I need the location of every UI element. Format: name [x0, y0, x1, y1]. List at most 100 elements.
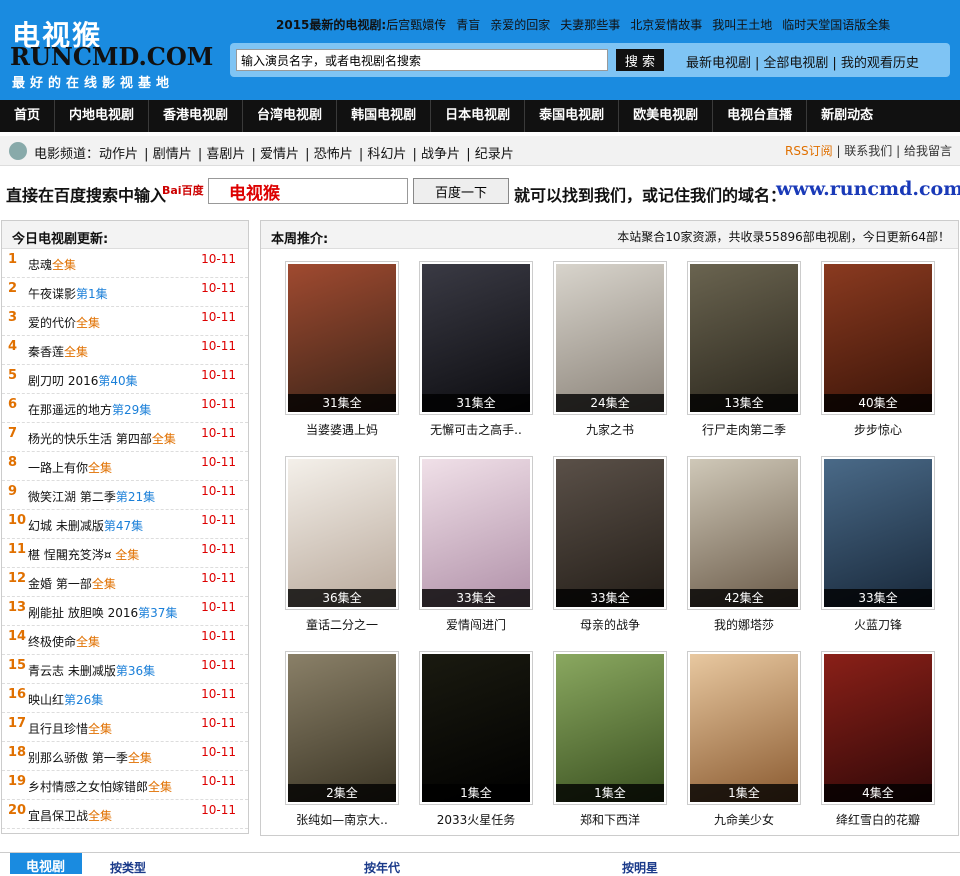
update-item[interactable]: 6 在那遥远的地方第29集 10-11: [2, 394, 248, 423]
movie-title[interactable]: 张纯如—南京大..: [285, 811, 399, 828]
update-item[interactable]: 12 金婚 第一部全集 10-11: [2, 568, 248, 597]
hot-drama-link[interactable]: 亲爱的回家: [490, 18, 550, 32]
movie-card[interactable]: 1集全 郑和下西洋: [553, 651, 669, 831]
movie-card[interactable]: 33集全火蓝刀锋: [821, 456, 937, 636]
movie-title[interactable]: 2033火星任务: [419, 811, 533, 828]
movie-poster[interactable]: 33集全: [553, 456, 667, 610]
update-item[interactable]: 4 秦香莲全集 10-11: [2, 336, 248, 365]
tab-by-type[interactable]: 按类型: [110, 859, 146, 876]
movie-poster[interactable]: 31集全: [419, 261, 533, 415]
movie-poster[interactable]: 33集全: [419, 456, 533, 610]
movie-title[interactable]: 步步惊心: [821, 421, 935, 438]
update-title[interactable]: 微笑江湖 第二季第21集: [28, 488, 155, 505]
nav-korea[interactable]: 韩国电视剧: [337, 100, 432, 132]
update-item[interactable]: 18 别那么骄傲 第一季全集 10-11: [2, 742, 248, 771]
nav-thailand[interactable]: 泰国电视剧: [525, 100, 620, 132]
movie-title[interactable]: 九家之书: [553, 421, 667, 438]
movie-card[interactable]: 1集全 九命美少女: [687, 651, 803, 831]
movie-title[interactable]: 九命美少女: [687, 811, 801, 828]
update-item[interactable]: 16 映山红第26集 10-11: [2, 684, 248, 713]
update-item[interactable]: 1 忠魂全集 10-11: [2, 249, 248, 278]
movie-poster[interactable]: 36集全: [285, 456, 399, 610]
movie-poster[interactable]: 40集全: [821, 261, 935, 415]
movie-card[interactable]: 40集全步步惊心: [821, 261, 937, 441]
movie-card[interactable]: 24集全 九家之书: [553, 261, 669, 441]
movie-card[interactable]: 2集全张纯如—南京大..: [285, 651, 401, 831]
film-genre-link[interactable]: 纪录片: [475, 147, 514, 162]
film-genre-link[interactable]: 动作片: [99, 147, 138, 162]
update-item[interactable]: 10 幻城 未删减版第47集 10-11: [2, 510, 248, 539]
movie-poster[interactable]: 31集全: [285, 261, 399, 415]
movie-title[interactable]: 童话二分之一: [285, 616, 399, 633]
rss-link[interactable]: RSS订阅: [785, 144, 833, 158]
update-item[interactable]: 17 且行且珍惜全集 10-11: [2, 713, 248, 742]
watch-history-link[interactable]: 我的观看历史: [841, 56, 919, 71]
movie-card[interactable]: 33集全母亲的战争: [553, 456, 669, 636]
movie-card[interactable]: 33集全爱情闯进门: [419, 456, 535, 636]
movie-poster[interactable]: 1集全: [419, 651, 533, 805]
update-title[interactable]: 忠魂全集: [28, 256, 76, 273]
movie-poster[interactable]: 42集全: [687, 456, 801, 610]
baidu-search-input[interactable]: [208, 178, 408, 204]
update-item[interactable]: 19 乡村情感之女怕嫁错郎全集 10-11: [2, 771, 248, 800]
movie-title[interactable]: 火蓝刀锋: [821, 616, 935, 633]
movie-poster[interactable]: 1集全: [553, 651, 667, 805]
update-item[interactable]: 20 宜昌保卫战全集 10-11: [2, 800, 248, 829]
movie-card[interactable]: 31集全无懈可击之高手..: [419, 261, 535, 441]
baidu-search-button[interactable]: 百度一下: [413, 178, 509, 204]
update-title[interactable]: 秦香莲全集: [28, 343, 88, 360]
update-item[interactable]: 15 青云志 未删减版第36集 10-11: [2, 655, 248, 684]
update-title[interactable]: 终极使命全集: [28, 633, 100, 650]
film-genre-link[interactable]: 喜剧片: [206, 147, 245, 162]
tab-by-star[interactable]: 按明星: [622, 859, 658, 876]
movie-title[interactable]: 无懈可击之高手..: [419, 421, 533, 438]
nav-live-tv[interactable]: 电视台直播: [713, 100, 808, 132]
movie-card[interactable]: 42集全我的娜塔莎: [687, 456, 803, 636]
movie-title[interactable]: 绛红雪白的花瓣: [821, 811, 935, 828]
movie-title[interactable]: 我的娜塔莎: [687, 616, 801, 633]
nav-mainland[interactable]: 内地电视剧: [55, 100, 150, 132]
contact-link[interactable]: 联系我们: [844, 144, 892, 158]
movie-poster[interactable]: 33集全: [821, 456, 935, 610]
update-title[interactable]: 一路上有你全集: [28, 459, 112, 476]
search-button[interactable]: 搜 索: [616, 49, 664, 71]
hot-drama-link[interactable]: 北京爱情故事: [630, 18, 702, 32]
update-item[interactable]: 9 微笑江湖 第二季第21集 10-11: [2, 481, 248, 510]
nav-western[interactable]: 欧美电视剧: [619, 100, 714, 132]
movie-card[interactable]: 4集全绛红雪白的花瓣: [821, 651, 937, 831]
hot-drama-link[interactable]: 临时天堂国语版全集: [782, 18, 890, 32]
update-title[interactable]: 午夜谍影第1集: [28, 285, 108, 302]
movie-card[interactable]: 1集全 2033火星任务: [419, 651, 535, 831]
update-item[interactable]: 13 剐能扯 放胆唤 2016第37集 10-11: [2, 597, 248, 626]
nav-home[interactable]: 首页: [0, 100, 56, 132]
nav-news[interactable]: 新剧动态: [807, 100, 887, 132]
movie-poster[interactable]: 2集全: [285, 651, 399, 805]
movie-card[interactable]: 13集全 行尸走肉第二季: [687, 261, 803, 441]
update-title[interactable]: 剧刀叨 2016第40集: [28, 372, 138, 389]
movie-poster[interactable]: 13集全: [687, 261, 801, 415]
update-title[interactable]: 金婚 第一部全集: [28, 575, 116, 592]
film-genre-link[interactable]: 剧情片: [153, 147, 192, 162]
all-dramas-link[interactable]: 全部电视剧: [763, 56, 828, 71]
movie-title[interactable]: 爱情闯进门: [419, 616, 533, 633]
update-title[interactable]: 爱的代价全集: [28, 314, 100, 331]
nav-japan[interactable]: 日本电视剧: [431, 100, 526, 132]
movie-poster[interactable]: 4集全: [821, 651, 935, 805]
movie-title[interactable]: 母亲的战争: [553, 616, 667, 633]
update-title[interactable]: 且行且珍惜全集: [28, 720, 112, 737]
update-item[interactable]: 7 杨光的快乐生活 第四部全集 10-11: [2, 423, 248, 452]
update-item[interactable]: 11 椹 悜闀充笅涔¤ 全集 10-11: [2, 539, 248, 568]
update-title[interactable]: 宜昌保卫战全集: [28, 807, 112, 824]
hot-drama-link[interactable]: 我叫王土地: [712, 18, 772, 32]
nav-hongkong[interactable]: 香港电视剧: [149, 100, 244, 132]
update-item[interactable]: 14 终极使命全集 10-11: [2, 626, 248, 655]
hot-drama-link[interactable]: 后宫甄嬛传: [386, 18, 446, 32]
update-title[interactable]: 映山红第26集: [28, 691, 103, 708]
movie-card[interactable]: 36集全童话二分之一: [285, 456, 401, 636]
tab-tv-dramas[interactable]: 电视剧: [10, 853, 82, 875]
update-title[interactable]: 杨光的快乐生活 第四部全集: [28, 430, 176, 447]
update-item[interactable]: 5 剧刀叨 2016第40集 10-11: [2, 365, 248, 394]
update-title[interactable]: 别那么骄傲 第一季全集: [28, 749, 152, 766]
film-genre-link[interactable]: 爱情片: [260, 147, 299, 162]
latest-dramas-link[interactable]: 最新电视剧: [686, 56, 751, 71]
